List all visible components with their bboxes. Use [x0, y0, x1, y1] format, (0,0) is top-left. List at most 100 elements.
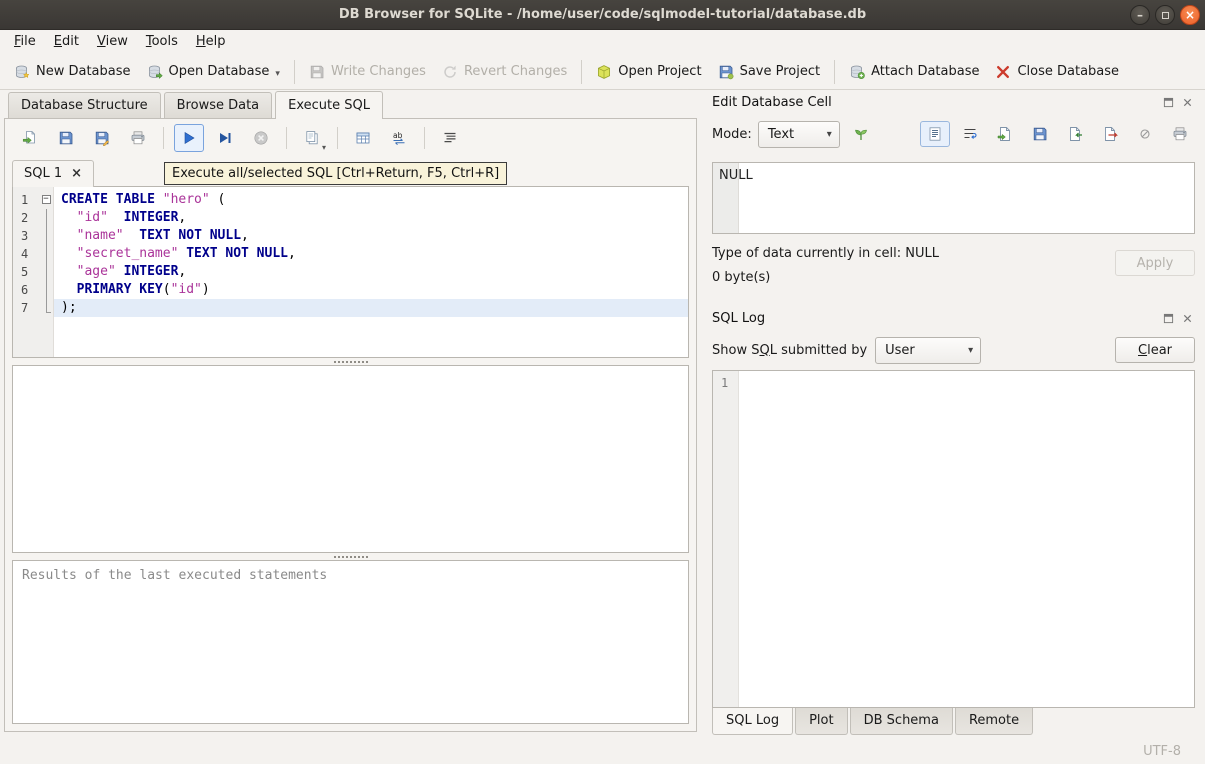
- open-database-button[interactable]: Open Database ▾: [139, 59, 288, 85]
- import-data-button[interactable]: [1060, 121, 1090, 147]
- menu-file[interactable]: File: [5, 30, 45, 54]
- sql-log-filter-row: Show SQL submitted by User ▾ Clear: [712, 334, 1195, 366]
- tab-sql-log[interactable]: SQL Log: [712, 708, 794, 735]
- mode-label: Mode:: [712, 126, 752, 142]
- set-null-button[interactable]: [1130, 121, 1160, 147]
- auto-format-button[interactable]: [435, 124, 465, 152]
- sql-code[interactable]: CREATE TABLE "hero" ( "id" INTEGER, "nam…: [54, 187, 688, 357]
- save-results-button[interactable]: ▾: [297, 124, 327, 152]
- stop-button[interactable]: [246, 124, 276, 152]
- fold-column[interactable]: −: [39, 187, 54, 357]
- chevron-down-icon[interactable]: ▾: [275, 69, 280, 80]
- code-line[interactable]: "name" TEXT NOT NULL,: [54, 227, 688, 245]
- database-new-icon: [14, 64, 30, 80]
- attach-database-button[interactable]: Attach Database: [841, 59, 987, 85]
- tab-db-schema[interactable]: DB Schema: [849, 708, 953, 735]
- tab-remote[interactable]: Remote: [954, 708, 1034, 735]
- main-tabbar: Database Structure Browse Data Execute SQL: [0, 90, 702, 119]
- execute-tooltip: Execute all/selected SQL [Ctrl+Return, F…: [164, 162, 508, 185]
- save-project-icon: [718, 64, 734, 80]
- tab-execute-sql[interactable]: Execute SQL: [275, 91, 384, 119]
- results-placeholder: Results of the last executed statements: [22, 568, 328, 583]
- print-icon: [130, 130, 146, 146]
- save-sql-file-icon: [58, 130, 74, 146]
- menu-tools[interactable]: Tools: [137, 30, 187, 54]
- titlebar[interactable]: DB Browser for SQLite - /home/user/code/…: [0, 0, 1205, 30]
- line-number: 7: [21, 301, 29, 315]
- mode-select[interactable]: Text ▾: [757, 120, 840, 148]
- text-mode-icon: [927, 126, 943, 142]
- save-sql-file-button[interactable]: [51, 124, 81, 152]
- log-filter-select[interactable]: User ▾: [875, 336, 982, 364]
- save-file-button[interactable]: [1025, 121, 1055, 147]
- revert-changes-button[interactable]: Revert Changes: [434, 59, 575, 85]
- print-button[interactable]: [123, 124, 153, 152]
- text-mode-button[interactable]: [920, 121, 950, 147]
- print-cell-button[interactable]: [1165, 121, 1195, 147]
- fold-marker-icon[interactable]: −: [41, 195, 51, 204]
- close-database-button[interactable]: Close Database: [987, 59, 1127, 85]
- save-project-button[interactable]: Save Project: [710, 59, 829, 85]
- close-icon[interactable]: [1180, 311, 1195, 326]
- word-wrap-button[interactable]: [955, 121, 985, 147]
- code-line[interactable]: CREATE TABLE "hero" (: [54, 191, 688, 209]
- sql-editor[interactable]: 1 2 3 4 5 6 7 − CREATE TABLE "hero" ( "id" INT…: [12, 186, 689, 358]
- export-csv-button[interactable]: [348, 124, 378, 152]
- new-database-button[interactable]: New Database: [6, 59, 139, 85]
- execute-current-line-button[interactable]: [210, 124, 240, 152]
- close-icon[interactable]: [1180, 95, 1195, 110]
- cell-editor[interactable]: NULL: [712, 162, 1195, 234]
- tab-browse-data[interactable]: Browse Data: [163, 92, 273, 118]
- splitter-handle-2[interactable]: [5, 553, 696, 560]
- mode-row: Mode: Text ▾: [712, 118, 1195, 150]
- apply-button[interactable]: Apply: [1115, 250, 1195, 276]
- line-number: 4: [21, 247, 29, 261]
- close-tab-icon[interactable]: ×: [71, 167, 82, 180]
- fold-column-row: [39, 303, 53, 321]
- open-file-button[interactable]: [990, 121, 1020, 147]
- float-icon[interactable]: [1161, 95, 1176, 110]
- export-data-button[interactable]: [1095, 121, 1125, 147]
- code-line[interactable]: "id" INTEGER,: [54, 209, 688, 227]
- tab-sql-1[interactable]: SQL 1 ×: [12, 160, 95, 187]
- toolbar-separator: [293, 59, 295, 84]
- sql-log-area[interactable]: 1: [712, 370, 1195, 708]
- fold-column-row: [39, 267, 53, 285]
- code-line[interactable]: PRIMARY KEY("id"): [54, 281, 688, 299]
- sql-log-title: SQL Log: [712, 310, 766, 326]
- clear-button[interactable]: Clear: [1115, 337, 1195, 363]
- toolbar-separator: [581, 59, 583, 84]
- results-grid: [12, 365, 689, 553]
- code-line[interactable]: "secret_name" TEXT NOT NULL,: [54, 245, 688, 263]
- tab-database-structure[interactable]: Database Structure: [8, 92, 161, 118]
- sql-tab-label: SQL 1: [24, 166, 63, 181]
- open-sql-file-button[interactable]: [15, 124, 45, 152]
- write-changes-button[interactable]: Write Changes: [301, 59, 434, 85]
- splitter-handle[interactable]: [5, 358, 696, 365]
- save-sql-file-as-button[interactable]: [87, 124, 117, 152]
- app-window: DB Browser for SQLite - /home/user/code/…: [0, 0, 1205, 764]
- chevron-down-icon: ▾: [826, 128, 832, 140]
- close-button[interactable]: ×: [1180, 5, 1200, 25]
- find-replace-button[interactable]: ab: [384, 124, 414, 152]
- float-icon[interactable]: [1161, 311, 1176, 326]
- menu-view[interactable]: View: [88, 30, 137, 54]
- tab-plot[interactable]: Plot: [795, 708, 848, 735]
- code-line[interactable]: );: [54, 299, 688, 317]
- minimize-button[interactable]: –: [1130, 5, 1150, 25]
- open-project-button[interactable]: Open Project: [588, 59, 709, 85]
- left-panel: Database Structure Browse Data Execute SQL…: [0, 90, 702, 738]
- fold-column-row[interactable]: −: [39, 195, 53, 213]
- maximize-button[interactable]: [1155, 5, 1175, 25]
- execute-all-button[interactable]: [174, 124, 204, 152]
- auto-switch-mode-button[interactable]: [846, 120, 876, 148]
- code-line[interactable]: "age" INTEGER,: [54, 263, 688, 281]
- fold-column-row: [39, 231, 53, 249]
- fold-column-row: [39, 285, 53, 303]
- edit-cell-title: Edit Database Cell: [712, 94, 832, 110]
- menu-edit[interactable]: Edit: [45, 30, 88, 54]
- chevron-down-icon: ▾: [968, 344, 974, 356]
- menu-help[interactable]: Help: [187, 30, 235, 54]
- line-number-gutter: 1 2 3 4 5 6 7: [13, 187, 39, 357]
- cell-info: Type of data currently in cell: NULL 0 b…: [712, 246, 1195, 296]
